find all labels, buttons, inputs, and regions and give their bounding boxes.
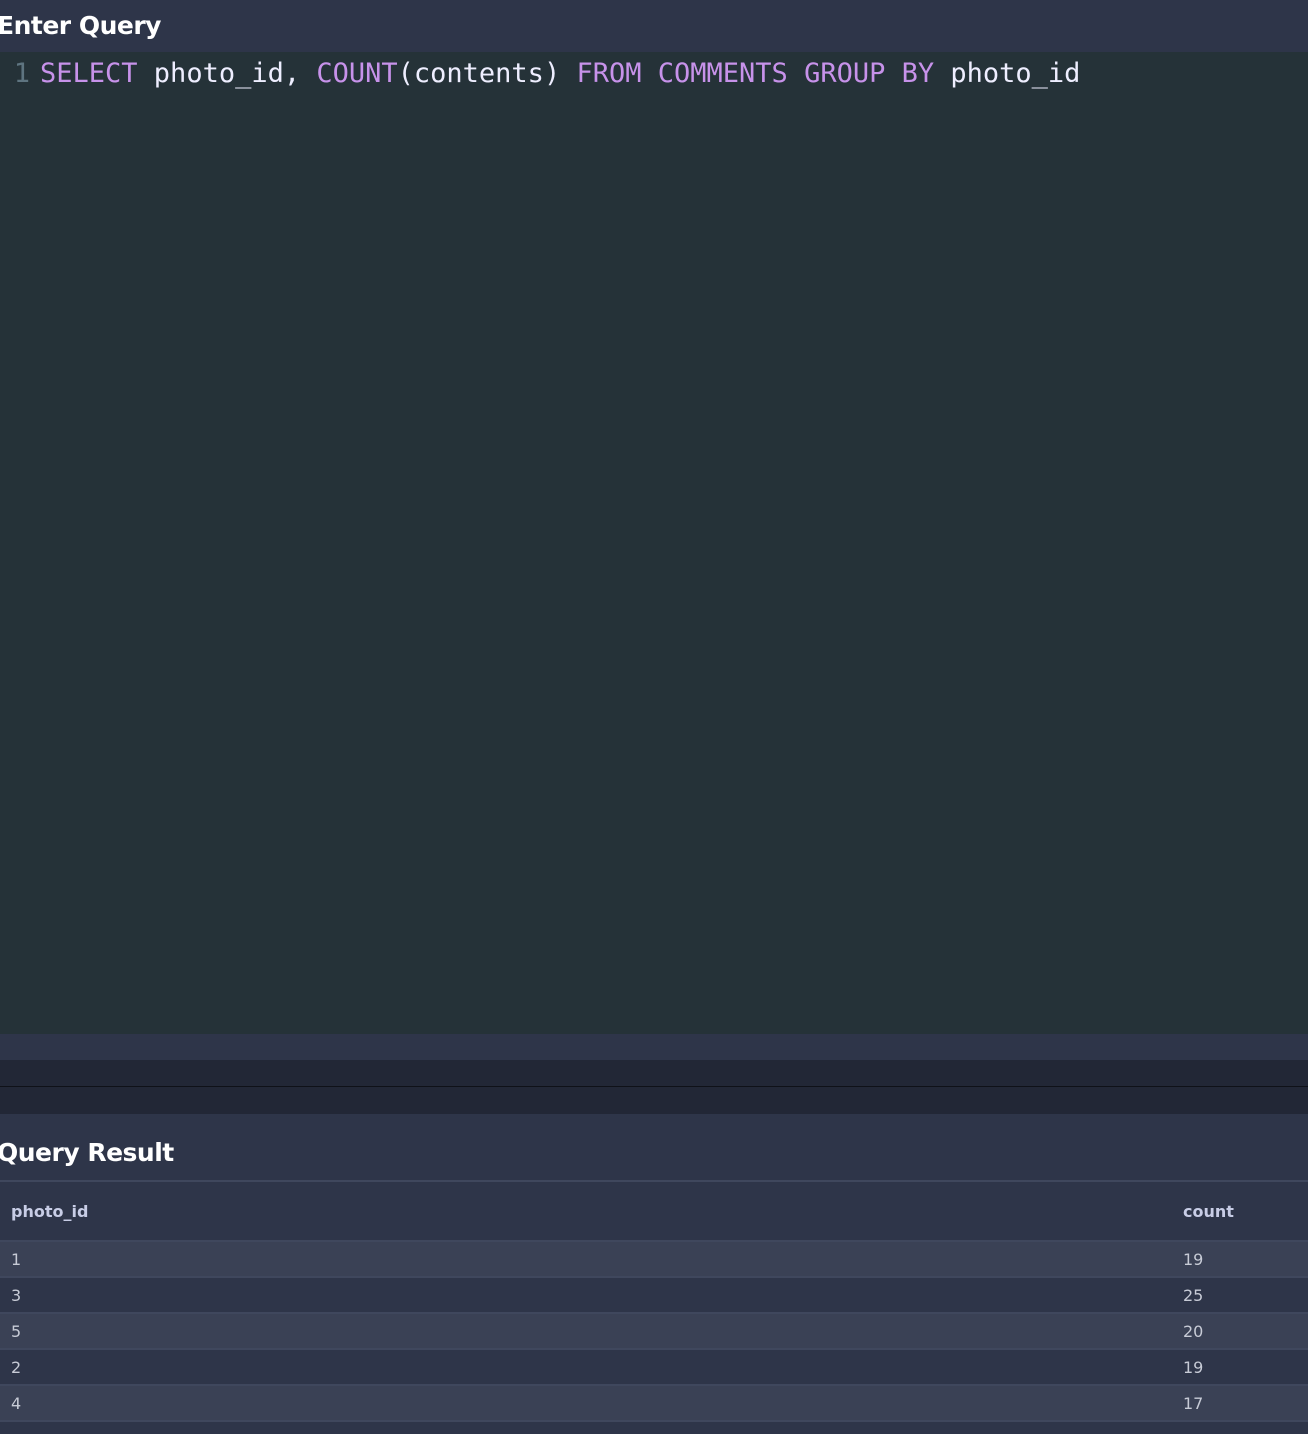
- cell-photo-id: 5: [0, 1313, 1172, 1350]
- sql-editor[interactable]: 1 SELECT photo_id, COUNT(contents) FROM …: [0, 52, 1308, 1034]
- table-row: 1 19: [0, 1241, 1308, 1278]
- sql-keyword: SELECT: [40, 58, 138, 89]
- result-title: Query Result: [0, 1138, 174, 1167]
- table-row: 5 20: [0, 1313, 1308, 1350]
- sql-identifier: photo_id: [934, 58, 1081, 89]
- query-title: Enter Query: [0, 11, 161, 40]
- result-table: photo_id count 1 19 3 25 5 20 2 19 4 17: [0, 1180, 1308, 1422]
- sql-identifier: (contents): [397, 58, 577, 89]
- cell-count: 20: [1172, 1313, 1308, 1350]
- sql-keyword: BY: [901, 58, 935, 89]
- divider: [0, 1086, 1308, 1087]
- line-number: 1: [13, 58, 30, 89]
- sql-identifier: photo_id,: [137, 58, 317, 89]
- cell-count: 25: [1172, 1277, 1308, 1314]
- sql-keyword: FROM: [576, 58, 642, 89]
- table-header-row: photo_id count: [0, 1180, 1308, 1242]
- code-text: SELECT photo_id, COUNT(contents) FROM CO…: [40, 58, 1080, 89]
- sql-identifier: [788, 58, 804, 89]
- cell-photo-id: 3: [0, 1277, 1172, 1314]
- code-line: 1 SELECT photo_id, COUNT(contents) FROM …: [0, 58, 1081, 89]
- sql-identifier: [885, 58, 901, 89]
- result-panel: Query Result photo_id count 1 19 3 25 5 20 2 19…: [0, 1114, 1308, 1434]
- sql-identifier: [641, 58, 657, 89]
- column-header-count[interactable]: count: [1172, 1180, 1308, 1242]
- sql-keyword: GROUP: [804, 58, 886, 89]
- table-row: 2 19: [0, 1349, 1308, 1386]
- cell-count: 17: [1172, 1385, 1308, 1422]
- table-row: 3 25: [0, 1277, 1308, 1314]
- cell-count: 19: [1172, 1349, 1308, 1386]
- cell-photo-id: 4: [0, 1385, 1172, 1422]
- cell-count: 19: [1172, 1241, 1308, 1278]
- cell-photo-id: 1: [0, 1241, 1172, 1278]
- sql-keyword: COMMENTS: [657, 58, 788, 89]
- query-header: Enter Query: [0, 0, 1308, 52]
- cell-photo-id: 2: [0, 1349, 1172, 1386]
- sql-keyword: COUNT: [316, 58, 398, 89]
- resize-handle[interactable]: [0, 1060, 1308, 1114]
- editor-footer: [0, 1034, 1308, 1060]
- table-row: 4 17: [0, 1385, 1308, 1422]
- column-header-photo-id[interactable]: photo_id: [0, 1180, 1172, 1242]
